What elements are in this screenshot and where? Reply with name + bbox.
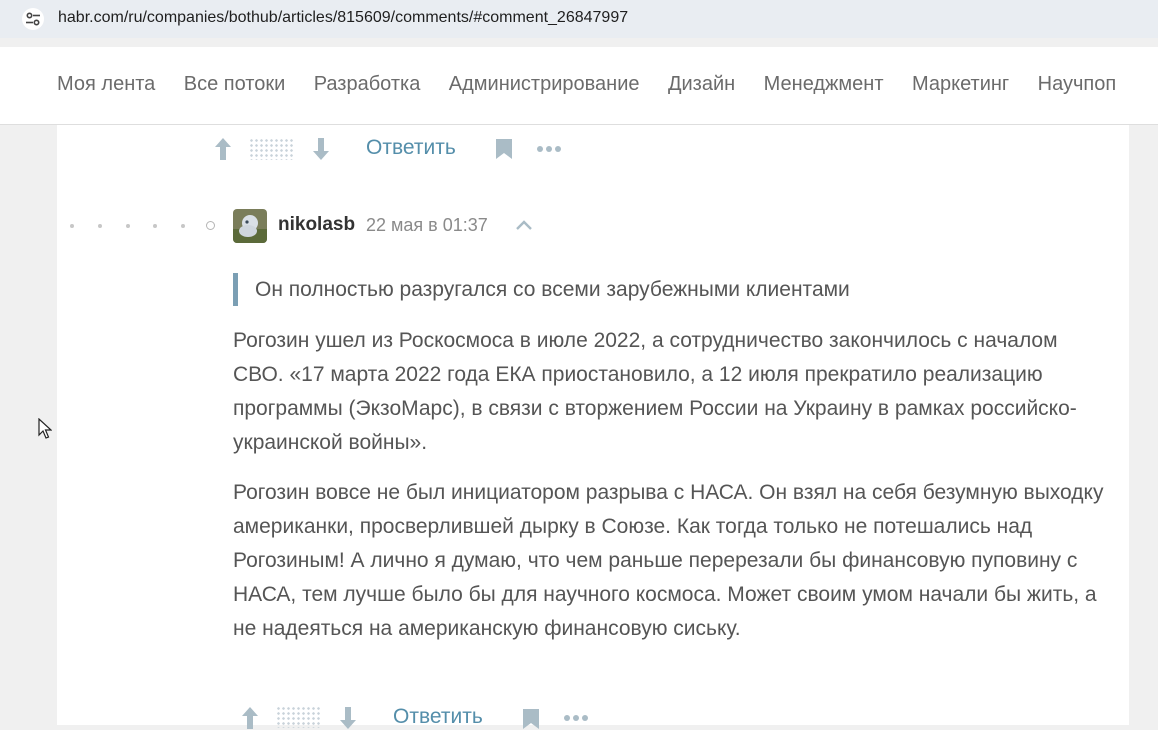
tune-icon[interactable] [22, 8, 44, 30]
more-icon[interactable] [536, 145, 562, 153]
chevron-up-icon[interactable] [514, 218, 534, 232]
comment-author[interactable]: nikolasb [278, 214, 355, 236]
comment-paragraph: Рогозин вовсе не был инициатором разрыва… [233, 481, 1104, 640]
nav-item-popsci[interactable]: Научпоп [1038, 73, 1117, 96]
comment-paragraph: Рогозин ушел из Роскосмоса в июле 2022, … [233, 329, 1077, 454]
thread-node-icon[interactable] [206, 221, 215, 230]
nav-item-feed[interactable]: Моя лента [57, 73, 155, 96]
nav-item-all-flows[interactable]: Все потоки [184, 73, 286, 96]
bookmark-icon[interactable] [522, 708, 540, 730]
vote-down-icon[interactable] [312, 137, 330, 161]
top-nav: Моя лента Все потоки Разработка Админист… [0, 47, 1158, 125]
vote-up-icon[interactable] [241, 706, 259, 730]
comment-quote: Он полностью разругался со всеми зарубеж… [233, 273, 850, 306]
url-text[interactable]: habr.com/ru/companies/bothub/articles/81… [58, 9, 628, 27]
more-icon[interactable] [563, 714, 589, 722]
score-hidden [249, 138, 293, 160]
vote-down-icon[interactable] [339, 706, 357, 730]
bookmark-icon[interactable] [495, 138, 513, 160]
nav-item-admin[interactable]: Администрирование [449, 73, 640, 96]
nav-item-develop[interactable]: Разработка [314, 73, 421, 96]
address-bar: habr.com/ru/companies/bothub/articles/81… [0, 0, 1158, 38]
vote-up-icon[interactable] [214, 137, 232, 161]
nav-list: Моя лента Все потоки Разработка Админист… [57, 73, 1140, 96]
reply-button[interactable]: Ответить [366, 136, 456, 160]
reply-button[interactable]: Ответить [393, 705, 483, 729]
nav-item-marketing[interactable]: Маркетинг [912, 73, 1009, 96]
mouse-cursor-icon [38, 418, 52, 439]
nav-item-design[interactable]: Дизайн [668, 73, 735, 96]
nav-item-management[interactable]: Менеджмент [764, 73, 884, 96]
comment-timestamp[interactable]: 22 мая в 01:37 [366, 215, 488, 236]
avatar[interactable] [233, 209, 267, 243]
